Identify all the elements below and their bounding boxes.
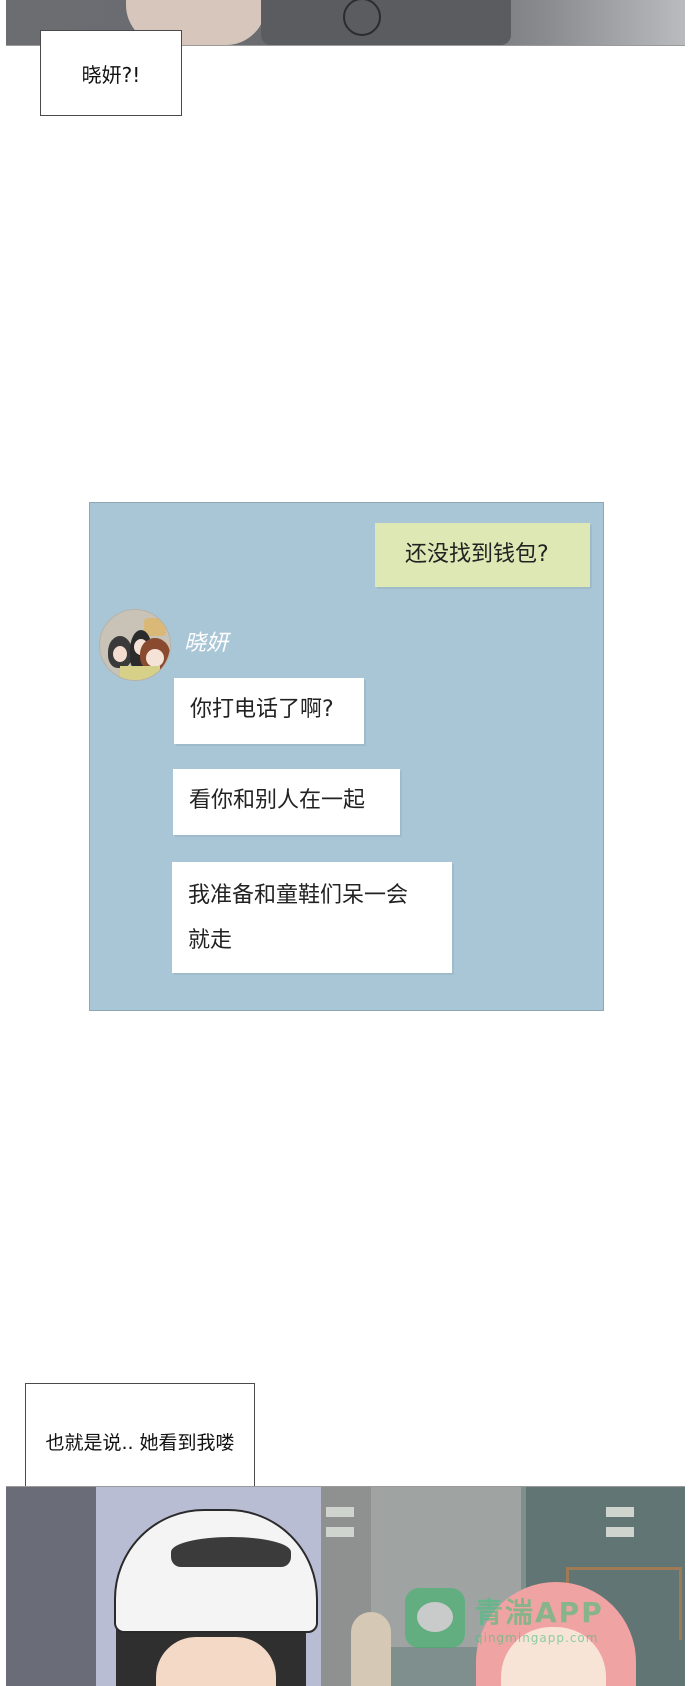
narration-text-top: 晓妍?! (81, 62, 141, 87)
boy-face (156, 1637, 276, 1686)
received-message-text: 看你和别人在一起 (189, 788, 366, 813)
contact-name: 晓妍 (184, 631, 229, 656)
received-message-bubble: 看你和别人在一起 (173, 769, 400, 835)
narration-text-bottom: 也就是说.. 她看到我喽 (45, 1431, 235, 1454)
watermark-text: 青湍APP (475, 1596, 604, 1629)
chat-panel: 还没找到钱包? 晓妍 你打电话了啊? 看你和别人在一起 我准备和童鞋们呆一会 就… (89, 502, 604, 1011)
received-message-text: 我准备和童鞋们呆一会 (188, 883, 409, 908)
sent-message-text: 还没找到钱包? (405, 542, 549, 567)
contact-avatar (99, 609, 171, 681)
watermark-url: qingmingapp.com (475, 1631, 599, 1645)
received-message-text: 就走 (188, 928, 233, 953)
background-person (351, 1612, 391, 1686)
narration-box-bottom: 也就是说.. 她看到我喽 (25, 1383, 255, 1499)
narration-box-top: 晓妍?! (40, 30, 182, 116)
received-message-bubble: 你打电话了啊? (174, 678, 364, 744)
watermark: 青湍APP qingmingapp.com (405, 1588, 604, 1648)
top-panel-dark-shape (261, 0, 511, 45)
received-message-bubble: 我准备和童鞋们呆一会 就走 (172, 862, 452, 973)
received-message-text: 你打电话了啊? (190, 697, 334, 722)
sent-message-bubble: 还没找到钱包? (375, 523, 590, 587)
cat-logo-icon (405, 1588, 465, 1648)
street-scene-image (6, 1486, 685, 1686)
